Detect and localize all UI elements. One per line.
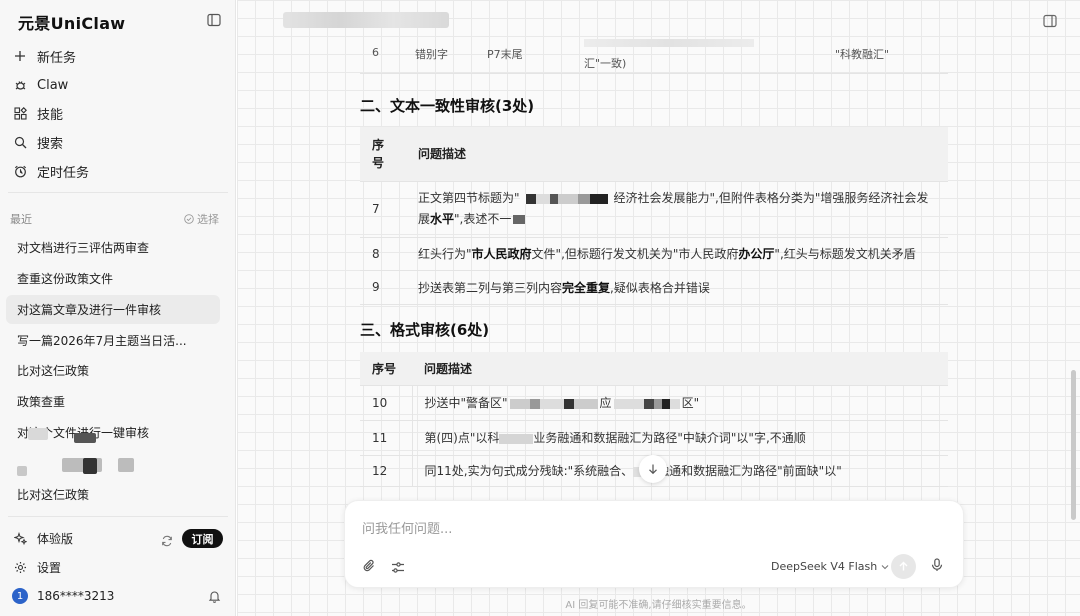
table-row: 7 正文第四节标题为" 经济社会发展能力",但附件表格分类为"增强服务经济社会发展… (360, 181, 948, 238)
table-row-partial: 6 错别字 P7末尾 汇"一致) "科教融汇" (360, 36, 948, 74)
plus-icon (12, 48, 28, 64)
redaction-block (118, 458, 134, 472)
section-heading-consistency: 二、文本一致性审核(3处) (360, 97, 535, 115)
cell-no: 9 (360, 270, 406, 305)
app-logo: 元景UniClaw (18, 14, 126, 33)
arrow-down-icon (649, 464, 657, 475)
redaction-block (513, 215, 526, 224)
cell-suggestion: "科教融汇" (835, 48, 890, 61)
microphone-icon[interactable] (931, 557, 943, 576)
cell-desc: 红头行为"市人民政府文件",但标题行发文机关为"市人民政府办公厅",红头与标题发… (406, 237, 948, 271)
gear-icon (12, 560, 28, 576)
header-desc: 问题描述 (406, 127, 948, 182)
history-item-active[interactable]: 对这篇文章及进行一件审核 (6, 295, 220, 324)
arrow-up-icon (899, 561, 908, 571)
history-item[interactable]: 比对这仨政策 (6, 480, 220, 509)
header-no: 序号 (360, 352, 412, 386)
chat-main: 6 错别字 P7末尾 汇"一致) "科教融汇" 二、文本一致性审核(3处) 序号… (237, 0, 1080, 616)
collapse-sidebar-icon[interactable] (207, 12, 223, 28)
history-item[interactable]: 对文档进行三评估两审查 (6, 233, 220, 262)
history-item-redacted[interactable] (6, 449, 220, 478)
tools-settings-icon[interactable] (391, 559, 405, 578)
skills-icon (12, 105, 28, 121)
cell-desc: 抄送表第二列与第三列内容完全重复,疑似表格合并错误 (406, 270, 948, 305)
header-no: 序号 (360, 127, 406, 182)
nav-label: 技能 (37, 107, 64, 123)
divider (8, 192, 228, 193)
bell-icon[interactable] (208, 588, 221, 607)
paperclip-icon[interactable] (362, 558, 376, 577)
table-row: 8 红头行为"市人民政府文件",但标题行发文机关为"市人民政府办公厅",红头与标… (360, 237, 948, 271)
model-selector[interactable]: DeepSeek V4 Flash (771, 560, 889, 573)
redaction-block (74, 433, 96, 443)
cell-desc: 第(四)点"以科 业务融通和数据融汇为路径"中缺介词"以"字,不通顺 (412, 420, 948, 456)
nav-label: Claw (37, 77, 69, 93)
message-composer[interactable]: 问我任何问题... DeepSeek V4 Flash (344, 500, 964, 588)
nav-skills[interactable]: 技能 (12, 100, 224, 126)
check-circle-icon (184, 214, 194, 224)
disclaimer-text: AI 回复可能不准确,请仔细核实重要信息。 (565, 600, 752, 611)
redaction-block (17, 466, 27, 476)
clock-icon (12, 163, 28, 179)
nav-search[interactable]: 搜索 (12, 129, 224, 155)
chevron-down-icon (881, 564, 889, 569)
recent-heading: 最近 (10, 213, 32, 226)
table-row: 9 抄送表第二列与第三列内容完全重复,疑似表格合并错误 (360, 270, 948, 305)
clipped-text (584, 39, 754, 47)
cell-no: 7 (360, 181, 406, 238)
subscribe-button[interactable]: 订阅 (182, 529, 223, 548)
cell-no: 6 (372, 46, 379, 59)
history-item[interactable]: 写一篇2026年7月主题当日活... (6, 326, 220, 355)
nav-label: 新任务 (37, 50, 77, 66)
history-item[interactable]: 查重这份政策文件 (6, 264, 220, 293)
history-item[interactable]: 政策查重 (6, 387, 220, 416)
nav-label: 定时任务 (37, 165, 90, 181)
send-button[interactable] (891, 554, 916, 579)
cell-desc: 同11处,实为句式成分残缺:"系统融合、 融通和数据融汇为路径"前面缺"以" (412, 455, 948, 487)
scroll-to-bottom-button[interactable] (639, 455, 667, 483)
conversation-title-redacted (283, 12, 449, 28)
cell-location: P7末尾 (487, 48, 523, 61)
plan-trial[interactable]: 体验版 (12, 530, 73, 547)
settings-item[interactable]: 设置 (12, 559, 61, 576)
redaction-block (83, 458, 97, 474)
nav-claw[interactable]: Claw (12, 72, 224, 98)
redaction-block (509, 398, 598, 409)
scrollbar[interactable] (1071, 370, 1076, 520)
message-input[interactable]: 问我任何问题... (362, 518, 452, 537)
redaction-block (499, 433, 534, 444)
avatar: 1 (12, 588, 28, 604)
redaction-block (28, 428, 48, 440)
divider (8, 516, 228, 517)
section-heading-format: 三、格式审核(6处) (360, 321, 490, 339)
cell-no: 10 (360, 385, 413, 421)
refresh-icon[interactable] (161, 532, 173, 551)
cell-desc: 正文第四节标题为" 经济社会发展能力",但附件表格分类为"增强服务经济社会发展水平… (406, 181, 948, 238)
cell-no: 12 (360, 455, 413, 487)
cell-no: 11 (360, 420, 413, 456)
nav-label: 搜索 (37, 136, 64, 152)
sidebar: 元景UniClaw 新任务 Claw 技能 搜索 定时任务 最近 选择 对文档进… (0, 0, 236, 616)
cell-desc: 抄送中"警备区" 应区" (412, 385, 948, 421)
table-header: 序号 问题描述 (360, 352, 948, 386)
sparkle-icon (12, 531, 28, 547)
table-row: 11 第(四)点"以科 业务融通和数据融汇为路径"中缺介词"以"字,不通顺 (360, 420, 948, 456)
redaction-block (519, 193, 614, 204)
select-button[interactable]: 选择 (184, 211, 219, 227)
redaction-block (613, 398, 680, 409)
side-panel-icon[interactable] (1043, 13, 1057, 32)
search-icon (12, 134, 28, 150)
cell-no: 8 (360, 237, 406, 271)
history-item[interactable]: 比对这仨政策 (6, 356, 220, 385)
claw-icon (12, 77, 28, 93)
nav-new-task[interactable]: 新任务 (12, 43, 224, 69)
user-account[interactable]: 1 186****3213 (12, 588, 114, 604)
table-header: 序号 问题描述 (360, 127, 948, 182)
header-desc: 问题描述 (412, 352, 948, 386)
table-row: 10 抄送中"警备区" 应区" (360, 385, 948, 421)
nav-scheduled-tasks[interactable]: 定时任务 (12, 158, 224, 184)
consistency-table: 序号 问题描述 7 正文第四节标题为" 经济社会发展能力",但附件表格分类为"增强… (360, 127, 948, 305)
cell-type: 错别字 (415, 48, 448, 61)
cell-desc: 汇"一致) (584, 57, 627, 70)
